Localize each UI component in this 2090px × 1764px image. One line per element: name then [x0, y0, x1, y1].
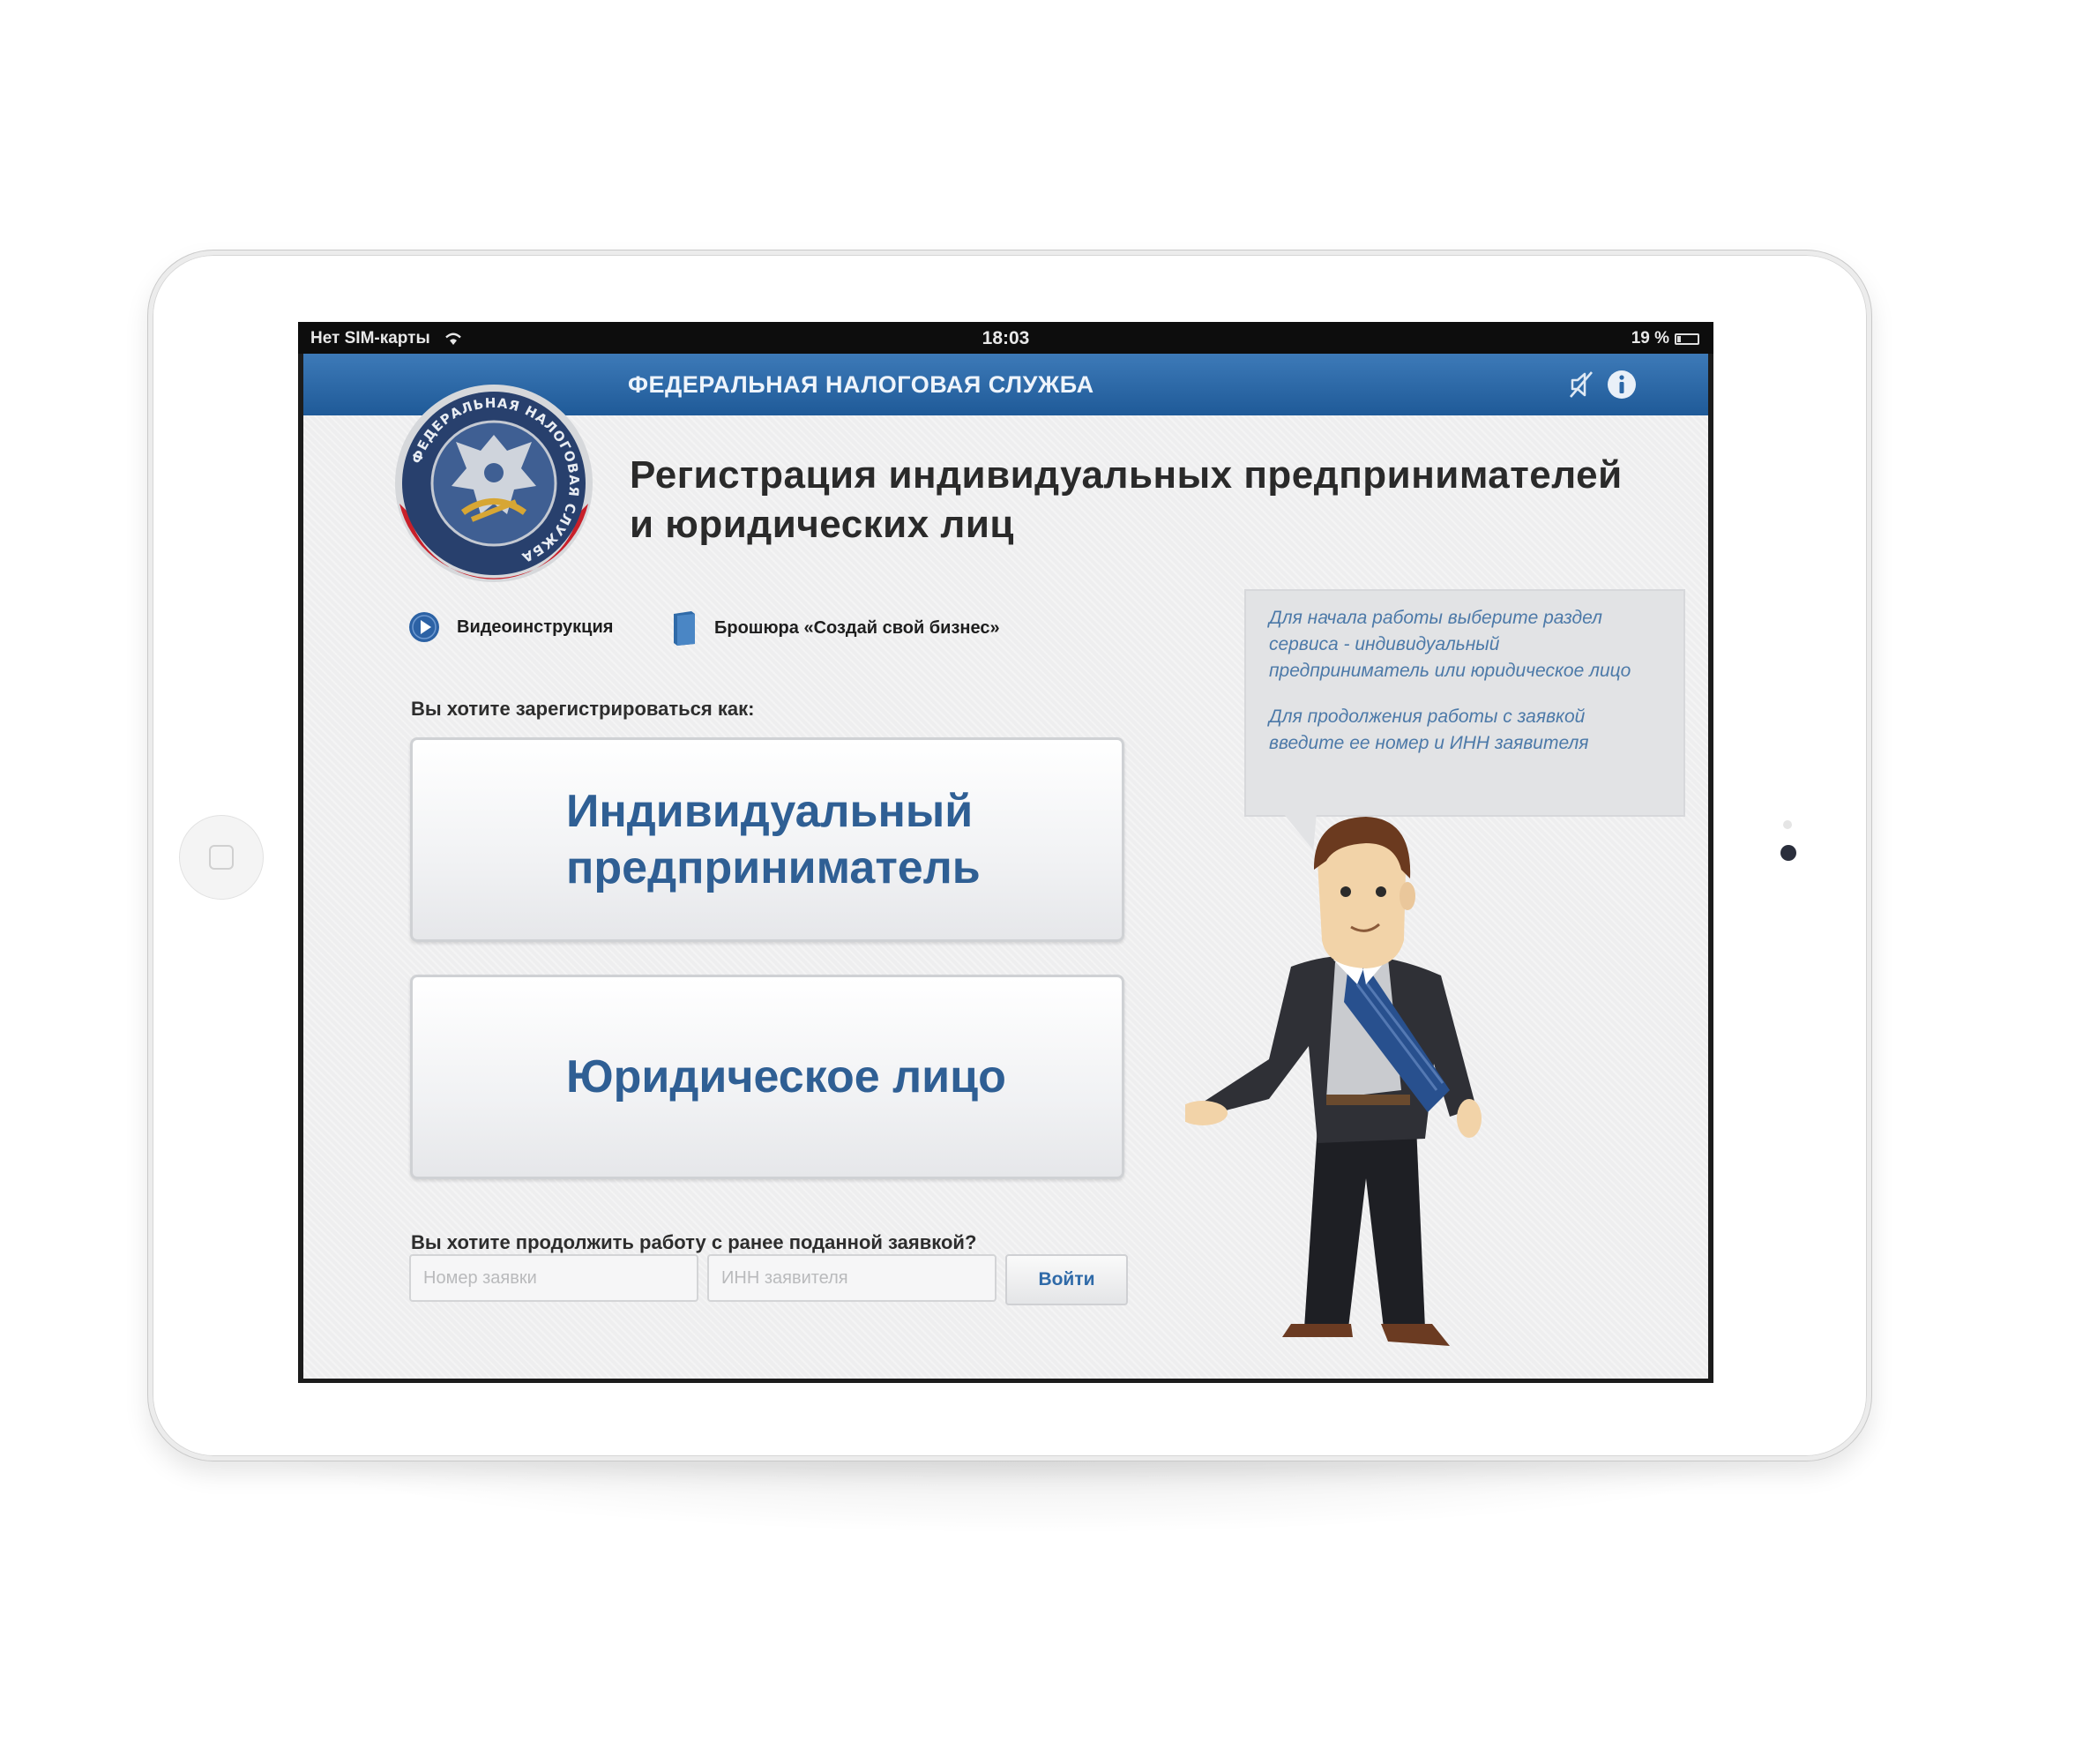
- login-button[interactable]: Войти: [1005, 1254, 1128, 1305]
- book-icon: [674, 611, 695, 646]
- continue-prompt: Вы хотите продолжить работу с ранее пода…: [411, 1231, 977, 1253]
- brochure-link[interactable]: Брошюра «Создай свой бизнес»: [670, 610, 1000, 646]
- inn-input[interactable]: [707, 1254, 996, 1302]
- page-title-line1: Регистрация индивидуальных предпринимате…: [630, 453, 1623, 497]
- legal-entity-button[interactable]: Юридическое лицо: [410, 975, 1124, 1179]
- hint-bubble: Для начала работы выберите раздел сервис…: [1244, 589, 1685, 817]
- individual-entrepreneur-label: Индивидуальный предприниматель: [566, 786, 981, 893]
- legal-entity-label: Юридическое лицо: [566, 1051, 1006, 1102]
- individual-entrepreneur-button[interactable]: Индивидуальный предприниматель: [410, 737, 1124, 942]
- battery-percent: 19 %: [1631, 329, 1669, 348]
- hint-paragraph-2: Для продолжения работы с заявкой введите…: [1269, 706, 1589, 753]
- status-time: 18:03: [982, 328, 1030, 348]
- register-prompt: Вы хотите зарегистрироваться как:: [411, 698, 755, 720]
- status-bar: Нет SIM-карты 18:03 19 %: [298, 322, 1713, 354]
- page-title-line2: и юридических лиц: [630, 503, 1014, 546]
- info-icon[interactable]: [1605, 368, 1638, 401]
- video-instruction-label: Видеоинструкция: [457, 617, 614, 637]
- mute-icon[interactable]: [1564, 368, 1598, 401]
- businessman-illustration: [1185, 817, 1482, 1346]
- home-square-icon: [209, 845, 234, 870]
- fns-emblem: ФЕДЕРАЛЬНАЯ НАЛОГОВАЯ СЛУЖБА: [395, 385, 593, 582]
- application-number-input[interactable]: [409, 1254, 698, 1302]
- page-title: Регистрация индивидуальных предпринимате…: [630, 451, 1688, 549]
- home-button[interactable]: [179, 815, 264, 900]
- video-instruction-link[interactable]: Видеоинструкция: [407, 610, 613, 644]
- battery-icon: [1675, 333, 1699, 345]
- sensor: [1783, 820, 1792, 829]
- camera: [1780, 845, 1796, 861]
- screen: Нет SIM-карты 18:03 19 % ФЕДЕРАЛЬНАЯ НАЛ…: [298, 322, 1713, 1383]
- main-content: ФЕДЕРАЛЬНАЯ НАЛОГОВАЯ СЛУЖБА Регистрация…: [303, 385, 1708, 1379]
- play-icon: [409, 612, 439, 642]
- hint-paragraph-1: Для начала работы выберите раздел сервис…: [1269, 608, 1631, 681]
- nav-title: ФЕДЕРАЛЬНАЯ НАЛОГОВАЯ СЛУЖБА: [628, 371, 1094, 398]
- brochure-label: Брошюра «Создай свой бизнес»: [714, 617, 1000, 638]
- battery-indicator: 19 %: [1631, 329, 1699, 348]
